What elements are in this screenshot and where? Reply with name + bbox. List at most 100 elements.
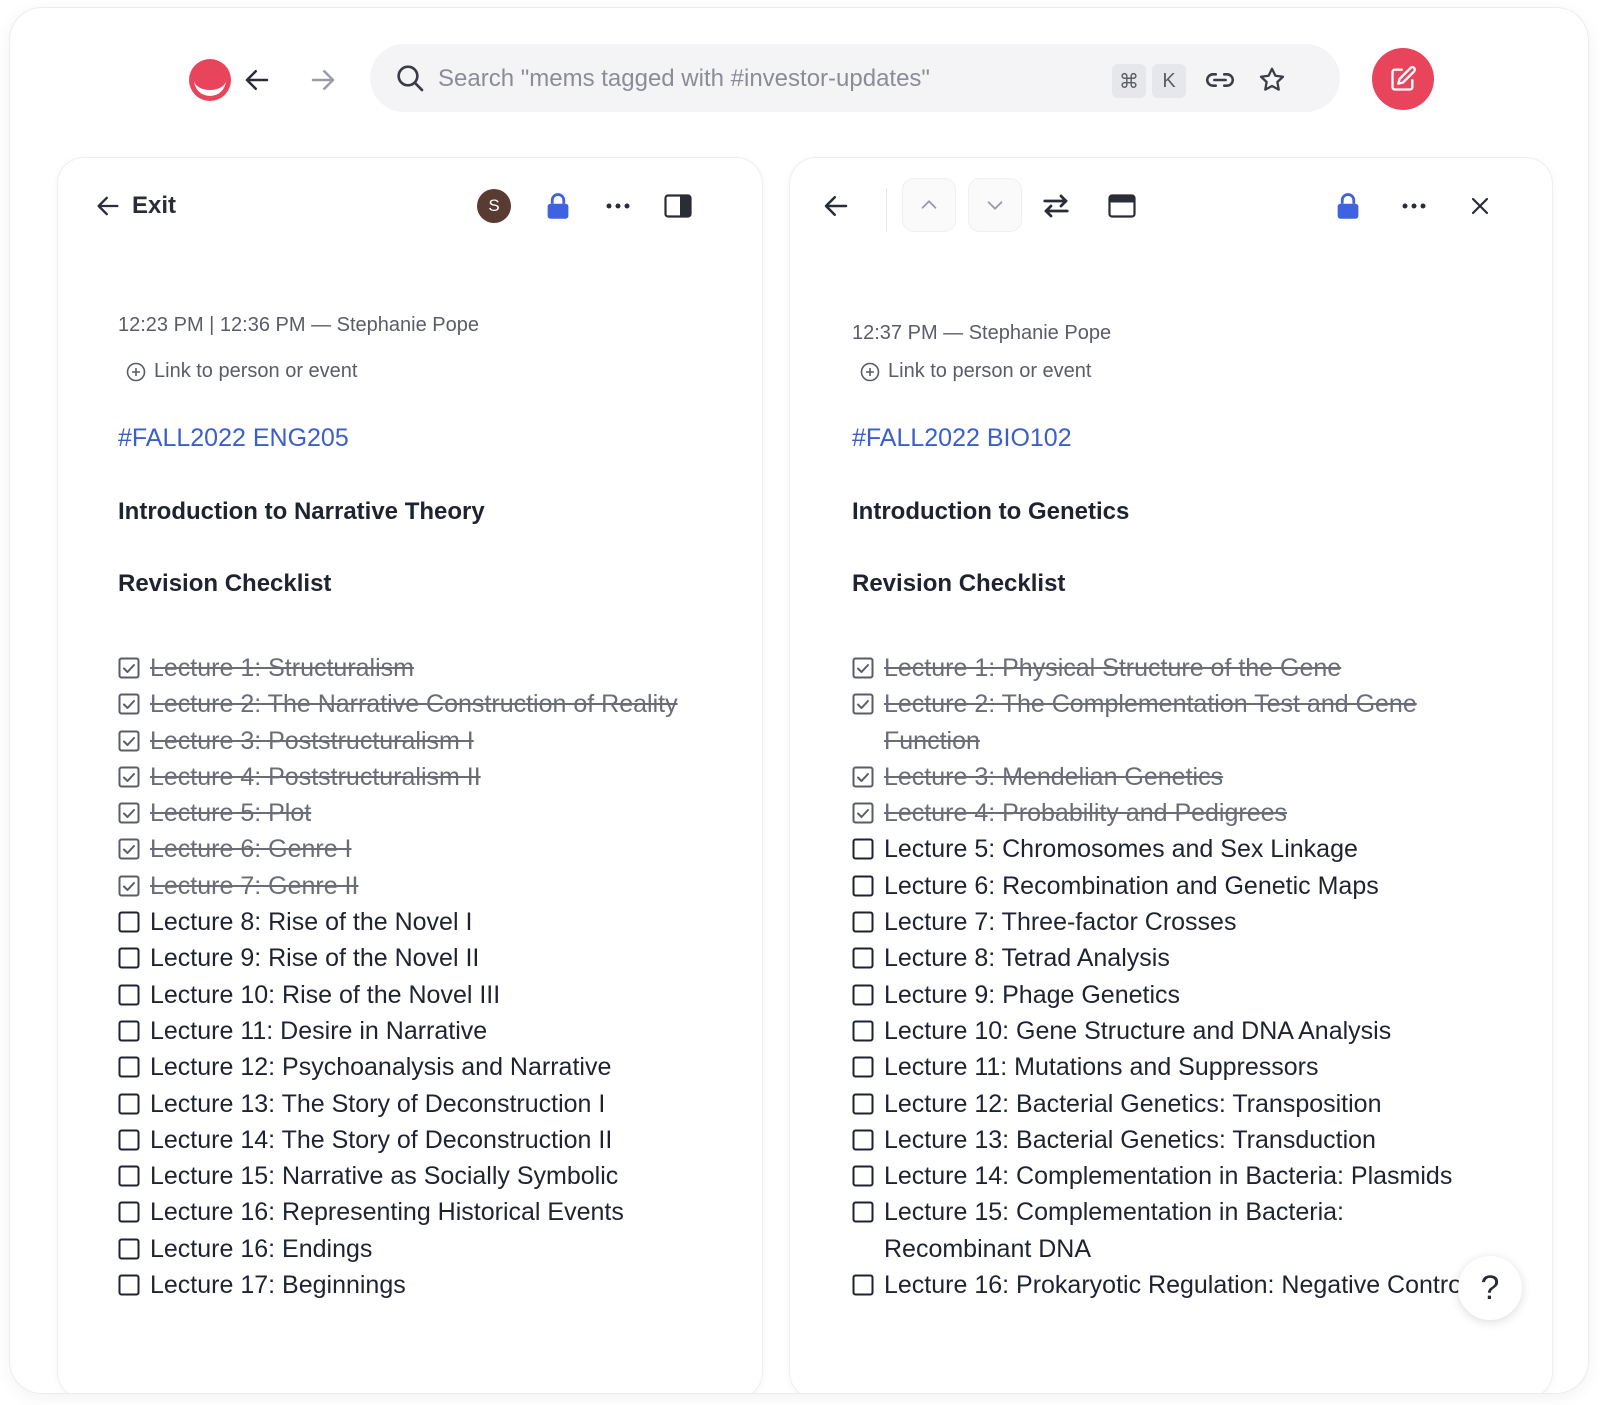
checklist-item-label: Lecture 7: Three-factor Crosses [884, 908, 1237, 937]
checklist-item-label: Lecture 11: Desire in Narrative [150, 1016, 488, 1045]
shortcut-key-cmd: ⌘ [1112, 64, 1146, 98]
revision-checklist: Lecture 1: Physical Structure of the Gen… [852, 650, 1472, 1303]
previous-mem-button[interactable] [902, 178, 956, 232]
checklist-item: Lecture 6: Recombination and Genetic Map… [852, 868, 1472, 904]
checkbox-unchecked-icon[interactable] [118, 984, 140, 1006]
checkbox-unchecked-icon[interactable] [118, 911, 140, 933]
checkbox-unchecked-icon[interactable] [118, 1093, 140, 1115]
checkbox-unchecked-icon[interactable] [852, 911, 874, 933]
checkbox-checked-icon[interactable] [118, 657, 140, 679]
checkbox-unchecked-icon[interactable] [852, 1129, 874, 1151]
checkbox-checked-icon[interactable] [118, 693, 140, 715]
checklist-item: Lecture 3: Poststructuralism I [118, 723, 678, 759]
checklist-item-label: Lecture 15: Narrative as Socially Symbol… [150, 1162, 619, 1191]
checkbox-unchecked-icon[interactable] [852, 1020, 874, 1042]
swap-arrows-icon [1043, 194, 1069, 218]
checkbox-unchecked-icon[interactable] [118, 1274, 140, 1296]
checklist-item-label: Lecture 11: Mutations and Suppressors [884, 1053, 1319, 1082]
checkbox-unchecked-icon[interactable] [852, 838, 874, 860]
checklist-item-label: Lecture 14: The Story of Deconstruction … [150, 1125, 613, 1154]
back-button[interactable] [240, 63, 274, 97]
checkbox-checked-icon[interactable] [852, 802, 874, 824]
mem-tag[interactable]: #FALL2022 BIO102 [852, 424, 1072, 453]
privacy-lock-button[interactable] [538, 184, 578, 228]
collaborator-avatar-button[interactable]: S [474, 184, 514, 228]
checkbox-unchecked-icon[interactable] [852, 1274, 874, 1296]
checklist-item-label: Lecture 5: Plot [150, 799, 312, 828]
checkbox-unchecked-icon[interactable] [118, 1201, 140, 1223]
more-options-button[interactable] [1392, 184, 1436, 228]
checkbox-checked-icon[interactable] [118, 875, 140, 897]
back-button[interactable] [814, 184, 858, 228]
plus-circle-icon [126, 362, 146, 381]
checkbox-unchecked-icon[interactable] [118, 1165, 140, 1187]
checklist-item-label: Lecture 5: Chromosomes and Sex Linkage [884, 835, 1358, 864]
search-bar[interactable]: ⌘ K [370, 44, 1340, 112]
checkbox-unchecked-icon[interactable] [852, 875, 874, 897]
checklist-item: Lecture 8: Tetrad Analysis [852, 940, 1472, 976]
search-input[interactable] [436, 58, 1120, 100]
mem-timestamp: 12:23 PM | 12:36 PM — Stephanie Pope [118, 314, 479, 336]
checklist-item: Lecture 9: Rise of the Novel II [118, 940, 678, 976]
help-button[interactable]: ? [1458, 1256, 1522, 1320]
checkbox-unchecked-icon[interactable] [118, 1238, 140, 1260]
checklist-item: Lecture 14: The Story of Deconstruction … [118, 1122, 678, 1158]
checkbox-checked-icon[interactable] [118, 802, 140, 824]
checkbox-unchecked-icon[interactable] [852, 947, 874, 969]
copy-link-button[interactable] [1202, 62, 1238, 98]
expand-window-button[interactable] [1100, 184, 1144, 228]
checklist-item: Lecture 11: Mutations and Suppressors [852, 1049, 1472, 1085]
chevron-up-icon [921, 200, 937, 209]
checklist-item-label: Lecture 12: Psychoanalysis and Narrative [150, 1053, 612, 1082]
checklist-item: Lecture 7: Genre II [118, 868, 678, 904]
checklist-item-label: Lecture 3: Mendelian Genetics [884, 762, 1224, 791]
mem-tag[interactable]: #FALL2022 ENG205 [118, 424, 349, 453]
checkbox-checked-icon[interactable] [852, 693, 874, 715]
checkbox-unchecked-icon[interactable] [852, 1165, 874, 1187]
checkbox-checked-icon[interactable] [852, 766, 874, 788]
more-options-button[interactable] [598, 184, 638, 228]
checklist-item-label: Lecture 15: Complementation in Bacteria:… [884, 1198, 1344, 1263]
checklist-item-label: Lecture 6: Recombination and Genetic Map… [884, 871, 1379, 900]
checklist-item-label: Lecture 16: Representing Historical Even… [150, 1198, 624, 1227]
checkbox-unchecked-icon[interactable] [852, 1093, 874, 1115]
plus-circle-icon [860, 362, 880, 381]
new-mem-button[interactable] [1372, 48, 1434, 110]
favorite-button[interactable] [1254, 62, 1290, 98]
exit-button[interactable]: Exit [94, 184, 176, 228]
checklist-item-label: Lecture 14: Complementation in Bacteria:… [884, 1162, 1453, 1191]
checkbox-unchecked-icon[interactable] [852, 1201, 874, 1223]
checkbox-checked-icon[interactable] [852, 657, 874, 679]
checklist-item: Lecture 2: The Narrative Construction of… [118, 686, 678, 722]
edit-icon [1391, 66, 1416, 91]
checklist-item: Lecture 15: Complementation in Bacteria:… [852, 1194, 1472, 1267]
checklist-item-label: Lecture 7: Genre II [150, 871, 359, 900]
checkbox-checked-icon[interactable] [118, 730, 140, 752]
checklist-item: Lecture 15: Narrative as Socially Symbol… [118, 1158, 678, 1194]
checklist-item-label: Lecture 4: Probability and Pedigrees [884, 799, 1288, 828]
forward-button[interactable] [306, 63, 340, 97]
link-person-event-button[interactable]: Link to person or event [860, 360, 1091, 383]
mem-timestamp: 12:37 PM — Stephanie Pope [852, 322, 1112, 344]
toggle-sidebar-button[interactable] [658, 184, 698, 228]
link-person-event-button[interactable]: Link to person or event [126, 360, 357, 383]
privacy-lock-button[interactable] [1326, 184, 1370, 228]
next-mem-button[interactable] [968, 178, 1022, 232]
checklist-item: Lecture 1: Physical Structure of the Gen… [852, 650, 1472, 686]
checkbox-unchecked-icon[interactable] [118, 1020, 140, 1042]
close-panel-button[interactable] [1458, 184, 1502, 228]
checkbox-checked-icon[interactable] [118, 838, 140, 860]
checkbox-unchecked-icon[interactable] [118, 1129, 140, 1151]
checklist-item: Lecture 16: Representing Historical Even… [118, 1194, 678, 1230]
checklist-item: Lecture 5: Chromosomes and Sex Linkage [852, 831, 1472, 867]
checkbox-unchecked-icon[interactable] [118, 1056, 140, 1078]
checkbox-unchecked-icon[interactable] [118, 947, 140, 969]
checkbox-checked-icon[interactable] [118, 766, 140, 788]
checklist-item-label: Lecture 12: Bacterial Genetics: Transpos… [884, 1089, 1382, 1118]
app-logo-icon[interactable] [188, 58, 232, 102]
swap-panels-button[interactable] [1034, 184, 1078, 228]
checklist-item-label: Lecture 8: Tetrad Analysis [884, 944, 1170, 973]
checklist-item-label: Lecture 17: Beginnings [150, 1271, 406, 1300]
checkbox-unchecked-icon[interactable] [852, 984, 874, 1006]
checkbox-unchecked-icon[interactable] [852, 1056, 874, 1078]
